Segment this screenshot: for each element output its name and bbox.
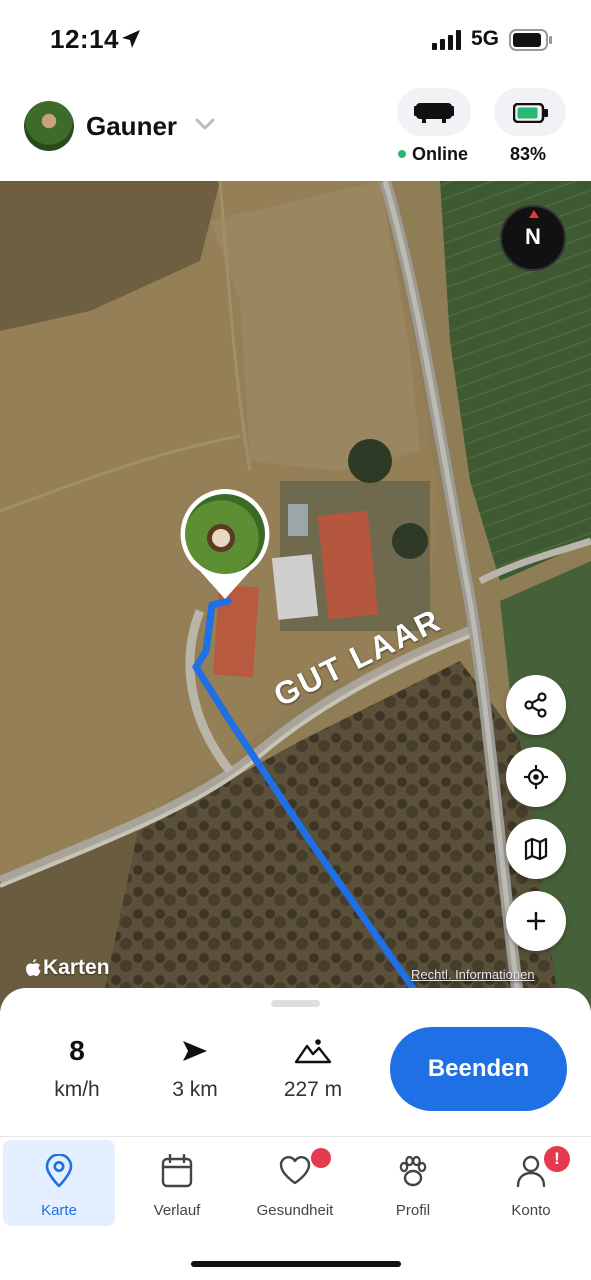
battery-percent: 83% [510, 144, 547, 164]
map-layers-icon [524, 837, 548, 861]
trip-sheet: 8 km/h 3 km 227 m Beenden [0, 988, 591, 1136]
tab-verlauf[interactable]: Verlauf [121, 1140, 233, 1226]
tab-profil[interactable]: Profil [357, 1140, 469, 1226]
tab-verlauf-icon-wrap [121, 1154, 233, 1190]
tracker-device-button[interactable] [397, 88, 471, 136]
location-arrow-icon [122, 30, 140, 48]
tab-label: Konto [511, 1202, 551, 1219]
network-label: 5G [471, 27, 500, 50]
zoom-in-icon [526, 911, 546, 931]
locate-button[interactable] [506, 747, 566, 807]
pet-photo [185, 494, 265, 574]
tab-konto[interactable]: ! Konto [475, 1140, 587, 1226]
pet-name[interactable]: Gauner [86, 111, 177, 142]
sheet-grabber[interactable] [271, 1000, 320, 1007]
compass-north-marker [529, 210, 539, 218]
tracker-battery-button[interactable] [494, 88, 566, 136]
elevation-value: 227 m [283, 1078, 343, 1101]
tab-label: Karte [41, 1202, 77, 1219]
tab-gesundheit-icon-wrap [239, 1154, 351, 1190]
distance-icon-wrap [145, 1034, 245, 1068]
locate-icon [524, 765, 548, 789]
tab-label: Gesundheit [256, 1202, 334, 1219]
stop-tracking-button[interactable]: Beenden [390, 1027, 567, 1111]
share-icon [524, 692, 547, 718]
maps-attribution: Karten [25, 956, 110, 980]
tab-konto-icon-wrap [475, 1154, 587, 1190]
notification-dot-badge [311, 1148, 331, 1168]
online-status-dot [398, 150, 406, 158]
chevron-down-icon[interactable] [194, 116, 216, 132]
maps-attribution-label: Karten [43, 956, 110, 979]
signal-icon [432, 30, 461, 50]
calendar-icon [161, 1154, 193, 1188]
pet-avatar[interactable] [24, 101, 74, 151]
status-bar: 12:14 5G [0, 0, 591, 80]
map-layers-button[interactable] [506, 819, 566, 879]
apple-logo-icon [26, 958, 41, 976]
elevation-stat: 227 m [263, 1034, 363, 1102]
mountain-icon [294, 1039, 332, 1064]
alert-badge: ! [544, 1146, 570, 1172]
status-time: 12:14 [50, 24, 119, 54]
header: Gauner Online 83% [0, 80, 591, 181]
speed-value: 8 [69, 1035, 85, 1066]
battery-status-icon [509, 29, 552, 51]
map-view[interactable]: GUT LAAR N Karten Rechtl. Informationen [0, 181, 591, 1011]
battery-icon [513, 103, 548, 123]
map-pin-icon [45, 1154, 73, 1188]
satellite-map [0, 181, 591, 1011]
tab-karte[interactable]: Karte [3, 1140, 115, 1226]
tab-gesundheit[interactable]: Gesundheit [239, 1140, 351, 1226]
distance-value: 3 km [172, 1078, 218, 1101]
navigation-arrow-icon [183, 1041, 207, 1061]
zoom-in-button[interactable] [506, 891, 566, 951]
pet-location-marker[interactable] [178, 487, 272, 605]
compass-label: N [525, 224, 541, 249]
home-indicator [191, 1261, 401, 1267]
compass-button[interactable]: N [500, 205, 566, 271]
tab-profil-icon-wrap [357, 1154, 469, 1190]
elevation-icon-wrap [263, 1034, 363, 1068]
speed-stat: 8 km/h [27, 1034, 127, 1102]
distance-stat: 3 km [145, 1034, 245, 1102]
tab-bar: Karte Verlauf Gesundheit Profil ! Konto [0, 1136, 591, 1280]
tab-karte-icon-wrap [3, 1154, 115, 1190]
tracker-device-icon [414, 103, 454, 123]
person-icon [516, 1155, 546, 1188]
tab-label: Profil [395, 1202, 431, 1219]
paw-icon [399, 1155, 427, 1187]
legal-info-link[interactable]: Rechtl. Informationen [411, 967, 535, 982]
speed-unit: km/h [54, 1078, 100, 1101]
tab-label: Verlauf [153, 1202, 201, 1219]
heart-icon [279, 1156, 311, 1185]
share-button[interactable] [506, 675, 566, 735]
device-status: Online [412, 144, 469, 164]
